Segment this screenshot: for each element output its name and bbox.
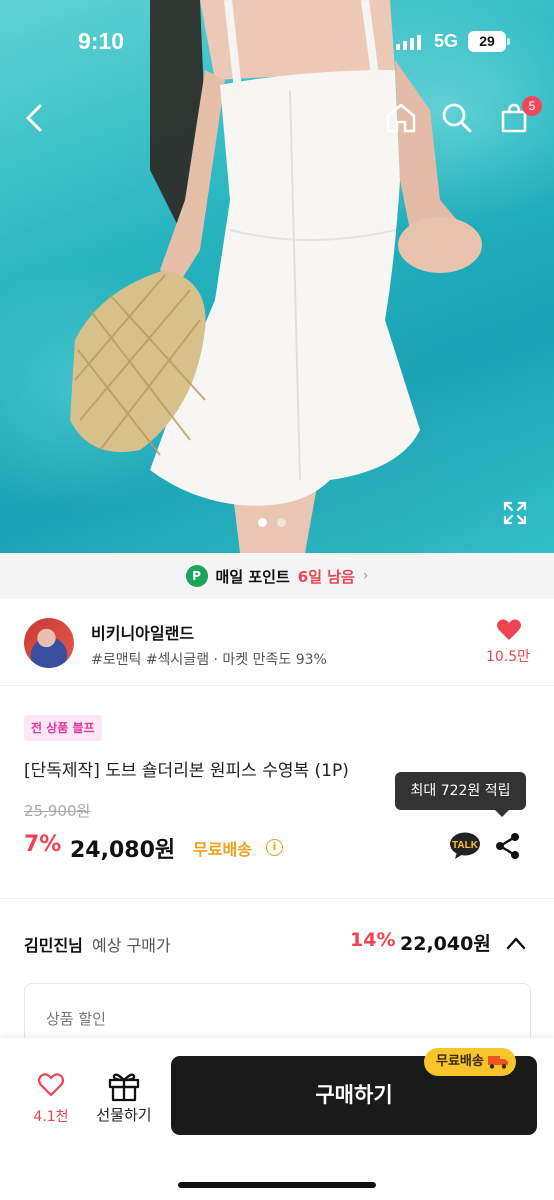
sale-price: 24,080원 (70, 838, 176, 863)
shop-name[interactable]: 비키니아일랜드 (91, 620, 194, 644)
product-discount-label: 상품 할인 (46, 1010, 106, 1028)
expected-price-label: 예상 구매가 (92, 936, 171, 955)
shop-tags: #로맨틱 #섹시글램 · 마켓 만족도 93% (91, 652, 327, 668)
expected-price: 22,040원 (400, 933, 491, 955)
network-label: 5G (434, 31, 459, 51)
truck-icon (487, 1056, 508, 1069)
bottom-action-bar: 4.1천 선물하기 구매하기 무료배송 (0, 1038, 554, 1200)
home-indicator (178, 1182, 376, 1188)
status-time: 9:10 (78, 28, 125, 54)
share-icon[interactable] (494, 832, 522, 860)
expected-discount-rate: 14% (350, 929, 396, 951)
svg-text:TALK: TALK (452, 840, 479, 851)
back-icon[interactable] (14, 98, 54, 138)
shop-like-heart-icon[interactable] (484, 618, 534, 646)
free-shipping-label: 무료배송 (193, 840, 252, 859)
free-shipping-badge-label: 무료배송 (436, 1054, 484, 1069)
shop-like-count: 10.5만 (485, 649, 531, 665)
points-badge-icon: P (185, 565, 208, 587)
home-icon[interactable] (381, 98, 421, 138)
user-name: 김민진님 (24, 936, 83, 955)
like-count: 4.1천 (33, 1109, 69, 1125)
carousel-dot-active (258, 518, 267, 527)
daily-points-banner[interactable]: P 매일 포인트 6일 남음 › (0, 553, 554, 599)
status-bar: 9:10 5G 29 (0, 0, 554, 84)
promo-tag: 전 상품 블프 (24, 715, 102, 741)
reward-tooltip: 최대 722원 적립 (395, 772, 526, 817)
points-remaining: 6일 남음 (297, 567, 355, 586)
carousel-dot (277, 518, 286, 527)
discount-rate: 7% (24, 832, 62, 857)
shop-row[interactable]: 비키니아일랜드 #로맨틱 #섹시글램 · 마켓 만족도 93% (0, 600, 554, 686)
cart-badge: 5 (522, 96, 542, 116)
chevron-right-icon: › (362, 568, 369, 584)
search-icon[interactable] (437, 98, 477, 138)
chevron-up-icon[interactable] (506, 935, 526, 950)
kakao-talk-icon[interactable]: TALK (449, 832, 481, 860)
original-price: 25,900원 (24, 802, 91, 820)
shop-avatar[interactable] (24, 618, 74, 668)
signal-icon (396, 35, 421, 50)
battery-icon: 29 (468, 31, 510, 52)
product-title: [단독제작] 도브 숄더리본 원피스 수영복 (1P) (24, 761, 349, 781)
points-label: 매일 포인트 (215, 567, 290, 586)
info-icon[interactable]: i (266, 839, 283, 856)
divider (0, 898, 554, 899)
free-shipping-badge: 무료배송 (424, 1048, 516, 1076)
gift-button-label[interactable]: 선물하기 (88, 1104, 160, 1125)
like-heart-icon[interactable] (30, 1072, 72, 1102)
expected-price-row[interactable]: 김민진님 예상 구매가 14% 22,040원 (0, 915, 554, 967)
expand-icon[interactable] (502, 500, 528, 526)
gift-icon[interactable] (106, 1070, 142, 1102)
product-image[interactable]: 9:10 5G 29 5 (0, 0, 554, 553)
carousel-indicator (258, 518, 286, 527)
